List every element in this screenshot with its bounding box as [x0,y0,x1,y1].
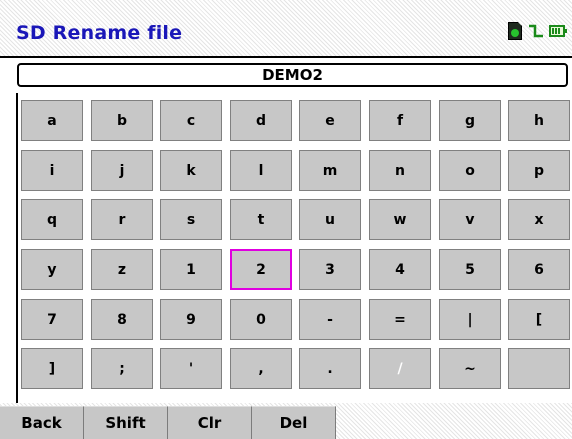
key[interactable]: ] [21,348,83,389]
shift-button[interactable]: Shift [84,406,168,439]
battery-icon [549,25,567,37]
key-blank[interactable] [508,348,570,389]
key[interactable]: / [369,348,431,389]
key[interactable]: g [439,100,501,141]
key[interactable]: 1 [160,249,222,290]
key[interactable]: 0 [230,299,292,340]
key[interactable]: m [299,150,361,191]
signal-icon [529,24,543,38]
key[interactable]: j [91,150,153,191]
key[interactable]: n [369,150,431,191]
key[interactable]: | [439,299,501,340]
key[interactable]: 2 [230,249,292,290]
key[interactable]: h [508,100,570,141]
key[interactable]: o [439,150,501,191]
clear-button[interactable]: Clr [168,406,252,439]
key[interactable]: i [21,150,83,191]
title-divider [0,56,572,58]
key[interactable]: 4 [369,249,431,290]
key[interactable]: y [21,249,83,290]
key[interactable]: - [299,299,361,340]
key[interactable]: [ [508,299,570,340]
key[interactable]: . [299,348,361,389]
key[interactable]: b [91,100,153,141]
key[interactable]: , [230,348,292,389]
sd-rename-screen: SD Rename file DEMO2 abcdefgh ijklmnop qrs… [0,0,572,439]
key[interactable]: ~ [439,348,501,389]
title-bar: SD Rename file [0,0,572,56]
onscreen-keyboard: a b c d e f g h i j k l m n o p q r s t u w v x y z 1 2 3 4 5 6 7 8 9 0- = |[… [16,93,572,403]
key[interactable]: a [21,100,83,141]
key[interactable]: p [508,150,570,191]
key[interactable]: ; [91,348,153,389]
key[interactable]: c [160,100,222,141]
key[interactable]: s [160,199,222,240]
key[interactable]: e [299,100,361,141]
key[interactable]: k [160,150,222,191]
key[interactable]: 8 [91,299,153,340]
sd-card-icon [508,22,522,40]
back-button[interactable]: Back [0,406,84,439]
key[interactable]: q [21,199,83,240]
key[interactable]: t [230,199,292,240]
key[interactable]: = [369,299,431,340]
key[interactable]: d [230,100,292,141]
key[interactable]: f [369,100,431,141]
key[interactable]: ' [160,348,222,389]
key[interactable]: u [299,199,361,240]
key[interactable]: 6 [508,249,570,290]
key[interactable]: 3 [299,249,361,290]
key[interactable]: 9 [160,299,222,340]
key[interactable]: z [91,249,153,290]
key[interactable]: 7 [21,299,83,340]
key[interactable]: l [230,150,292,191]
delete-button[interactable]: Del [252,406,336,439]
key[interactable]: r [91,199,153,240]
key[interactable]: 5 [439,249,501,290]
key[interactable]: w [369,199,431,240]
filename-field[interactable]: DEMO2 [17,63,568,87]
window-title: SD Rename file [16,22,183,44]
key[interactable]: x [508,199,570,240]
key[interactable]: v [439,199,501,240]
